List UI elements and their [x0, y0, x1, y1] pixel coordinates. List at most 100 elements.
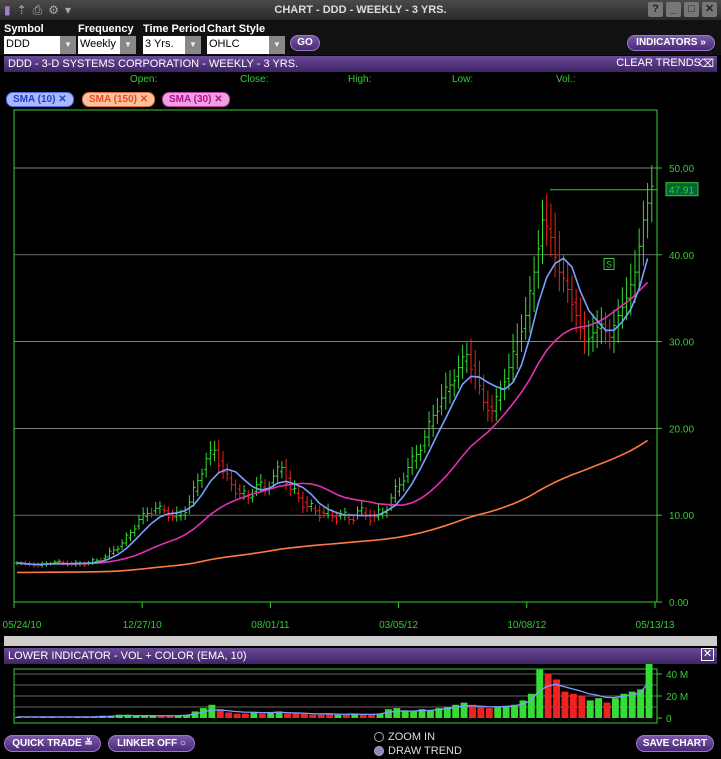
period-select[interactable]: 3 Yrs. ▼: [143, 36, 206, 54]
chip-label: SMA (30): [169, 94, 212, 105]
volume-bar: [586, 700, 594, 718]
draw-trend-label: DRAW TREND: [388, 745, 462, 757]
go-button[interactable]: GO: [290, 35, 320, 51]
volume-bar: [569, 693, 577, 718]
chevron-down-icon[interactable]: ▼: [269, 36, 285, 54]
close-button[interactable]: ✕: [702, 2, 717, 17]
close-icon[interactable]: ✕: [140, 94, 148, 105]
zoom-in-label: ZOOM IN: [388, 731, 436, 743]
sma-30-chip[interactable]: SMA (30) ✕: [162, 92, 230, 107]
volume-tick-label: 40 M: [666, 670, 688, 681]
volume-bar: [393, 708, 401, 718]
price-chart[interactable]: 0.00 10.00 20.00 30.00 40.00 50.00 05/24/10 12/…: [0, 108, 721, 638]
style-label: Chart Style: [207, 23, 266, 35]
volume-bar: [334, 714, 342, 718]
frequency-select[interactable]: Weekly ▼: [78, 36, 136, 54]
sma-150-chip[interactable]: SMA (150) ✕: [82, 92, 156, 107]
quick-trade-label: QUICK TRADE: [12, 738, 82, 749]
y-tick-label: 10.00: [669, 511, 694, 522]
volume-bar: [536, 669, 544, 718]
chart-header: DDD - 3-D SYSTEMS CORPORATION - WEEKLY -…: [4, 56, 717, 72]
chart-controls: Symbol DDD ▼ Frequency Weekly ▼ Time Period 3…: [0, 21, 721, 55]
low-readout: Low:: [452, 74, 474, 85]
volume-tick-label: 20 M: [666, 692, 688, 703]
y-tick-label: 50.00: [669, 164, 694, 175]
volume-bar: [460, 702, 468, 718]
volume-bar: [384, 709, 392, 718]
volume-bar: [225, 712, 233, 718]
last-price-label: 47.91: [669, 186, 694, 197]
volume-bar: [309, 714, 317, 718]
window-title: CHART - DDD - WEEKLY - 3 YRS.: [274, 4, 447, 16]
volume-bar: [561, 691, 569, 718]
help-icon[interactable]: ?: [648, 2, 663, 17]
x-tick-label: 12/27/10: [123, 620, 162, 631]
close-readout: Close:: [240, 74, 269, 85]
x-tick-label: 10/08/12: [507, 620, 546, 631]
chevron-down-icon[interactable]: ▼: [185, 36, 201, 54]
minimize-button[interactable]: _: [666, 2, 681, 17]
volume-bar: [359, 714, 367, 718]
chevron-down-icon[interactable]: ▼: [120, 36, 136, 54]
chip-label: SMA (10): [13, 94, 56, 105]
style-select[interactable]: OHLC ▼: [207, 36, 285, 54]
volume-bar: [469, 704, 476, 718]
volume-bar: [267, 712, 275, 718]
clear-trends-button[interactable]: CLEAR TRENDS: [616, 57, 701, 69]
volume-bar: [317, 714, 325, 718]
chip-label: SMA (150): [89, 94, 137, 105]
y-tick-label: 0.00: [669, 598, 689, 609]
volume-bar: [595, 698, 603, 718]
linker-button[interactable]: LINKER OFF ○: [108, 735, 195, 752]
eraser-icon[interactable]: ⌫: [698, 57, 714, 70]
x-tick-label: 05/24/10: [3, 620, 42, 631]
volume-bar: [578, 696, 586, 718]
volume-bar: [208, 704, 216, 718]
close-icon[interactable]: ✕: [701, 648, 714, 661]
frequency-value[interactable]: Weekly: [78, 36, 120, 54]
symbol-value[interactable]: DDD: [4, 36, 60, 54]
volume-bar: [342, 714, 350, 718]
volume-bar: [645, 664, 653, 718]
volume-chart: 0 20 M 40 M: [13, 664, 688, 725]
draw-trend-radio[interactable]: DRAW TREND: [374, 745, 462, 757]
volume-bar: [242, 713, 249, 718]
frequency-label: Frequency: [78, 23, 134, 35]
zoom-in-radio[interactable]: ZOOM IN: [374, 731, 435, 743]
volume-bar: [426, 710, 434, 718]
volume-bar: [611, 698, 619, 718]
volume-bar: [494, 707, 502, 718]
save-chart-button[interactable]: SAVE CHART: [636, 735, 714, 752]
volume-bar: [603, 702, 611, 718]
volume-bar: [300, 713, 308, 718]
quick-trade-button[interactable]: QUICK TRADE ≚: [4, 735, 101, 752]
lower-indicator-header: LOWER INDICATOR - VOL + COLOR (EMA, 10) …: [4, 648, 717, 664]
lower-indicator-title: LOWER INDICATOR - VOL + COLOR (EMA, 10): [8, 650, 247, 662]
volume-bar: [292, 713, 300, 718]
volume-bar: [511, 704, 518, 718]
y-tick-label: 40.00: [669, 251, 694, 262]
close-icon[interactable]: ✕: [214, 94, 222, 105]
style-value[interactable]: OHLC: [207, 36, 269, 54]
x-tick-label: 03/05/12: [379, 620, 418, 631]
sma-30-line: [16, 281, 649, 566]
y-tick-label: 30.00: [669, 338, 694, 349]
chevron-down-icon[interactable]: ▼: [60, 36, 76, 54]
plot-frame: [13, 109, 658, 603]
volume-bar: [485, 708, 493, 718]
volume-bar: [477, 707, 485, 718]
horizontal-scrollbar[interactable]: [4, 636, 717, 646]
symbol-select[interactable]: DDD ▼: [4, 36, 76, 54]
sma-150-line: [16, 439, 649, 574]
volume-readout: Vol.:: [556, 74, 576, 85]
close-icon[interactable]: ✕: [58, 94, 66, 105]
maximize-button[interactable]: □: [684, 2, 699, 17]
sma-10-chip[interactable]: SMA (10) ✕: [6, 92, 74, 107]
volume-bar: [258, 713, 266, 718]
chart-title: DDD - 3-D SYSTEMS CORPORATION - WEEKLY -…: [8, 58, 299, 70]
period-value[interactable]: 3 Yrs.: [143, 36, 185, 54]
indicators-button[interactable]: INDICATORS »: [627, 35, 715, 51]
volume-bar: [410, 711, 418, 718]
title-bar: ▮ ⇡ ⎙ ⚙ ▾ CHART - DDD - WEEKLY - 3 YRS. ? _ □ ✕: [0, 0, 721, 21]
y-tick-label: 20.00: [669, 424, 694, 435]
